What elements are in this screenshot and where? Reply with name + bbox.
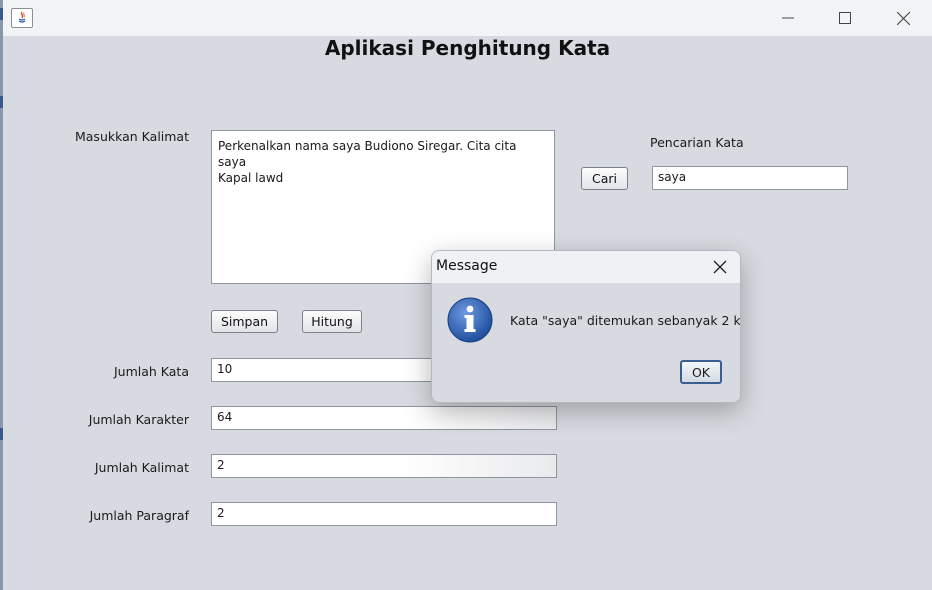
info-icon [447, 297, 493, 343]
dialog-title: Message [436, 258, 498, 274]
dialog-title-bar: Message [432, 251, 740, 283]
search-label: Pencarian Kata [650, 135, 744, 150]
java-app-icon[interactable] [11, 8, 33, 28]
close-icon[interactable] [710, 257, 730, 277]
dialog-message: Kata "saya" ditemukan sebanyak 2 kali. [510, 313, 741, 328]
ok-button[interactable]: OK [680, 360, 722, 384]
page-title: Aplikasi Penghitung Kata [324, 36, 611, 60]
title-bar [3, 0, 932, 36]
close-icon[interactable] [880, 0, 926, 36]
count-button[interactable]: Hitung [302, 310, 362, 333]
sentence-count-field[interactable]: 2 [211, 454, 557, 478]
minimize-icon[interactable] [765, 0, 811, 36]
word-count-label: Jumlah Kata [113, 364, 189, 379]
char-count-field[interactable]: 64 [211, 406, 557, 430]
sentence-count-label: Jumlah Kalimat [94, 460, 189, 475]
paragraph-count-field[interactable]: 2 [211, 502, 557, 526]
search-input[interactable]: saya [652, 166, 848, 190]
maximize-icon[interactable] [822, 0, 868, 36]
char-count-label: Jumlah Karakter [88, 412, 189, 427]
save-button[interactable]: Simpan [211, 310, 278, 333]
input-label: Masukkan Kalimat [74, 129, 189, 144]
search-button[interactable]: Cari [581, 167, 628, 190]
paragraph-count-label: Jumlah Paragraf [89, 508, 189, 523]
message-dialog: Message Kata "saya" ditemukan sebanyak 2… [431, 250, 741, 403]
